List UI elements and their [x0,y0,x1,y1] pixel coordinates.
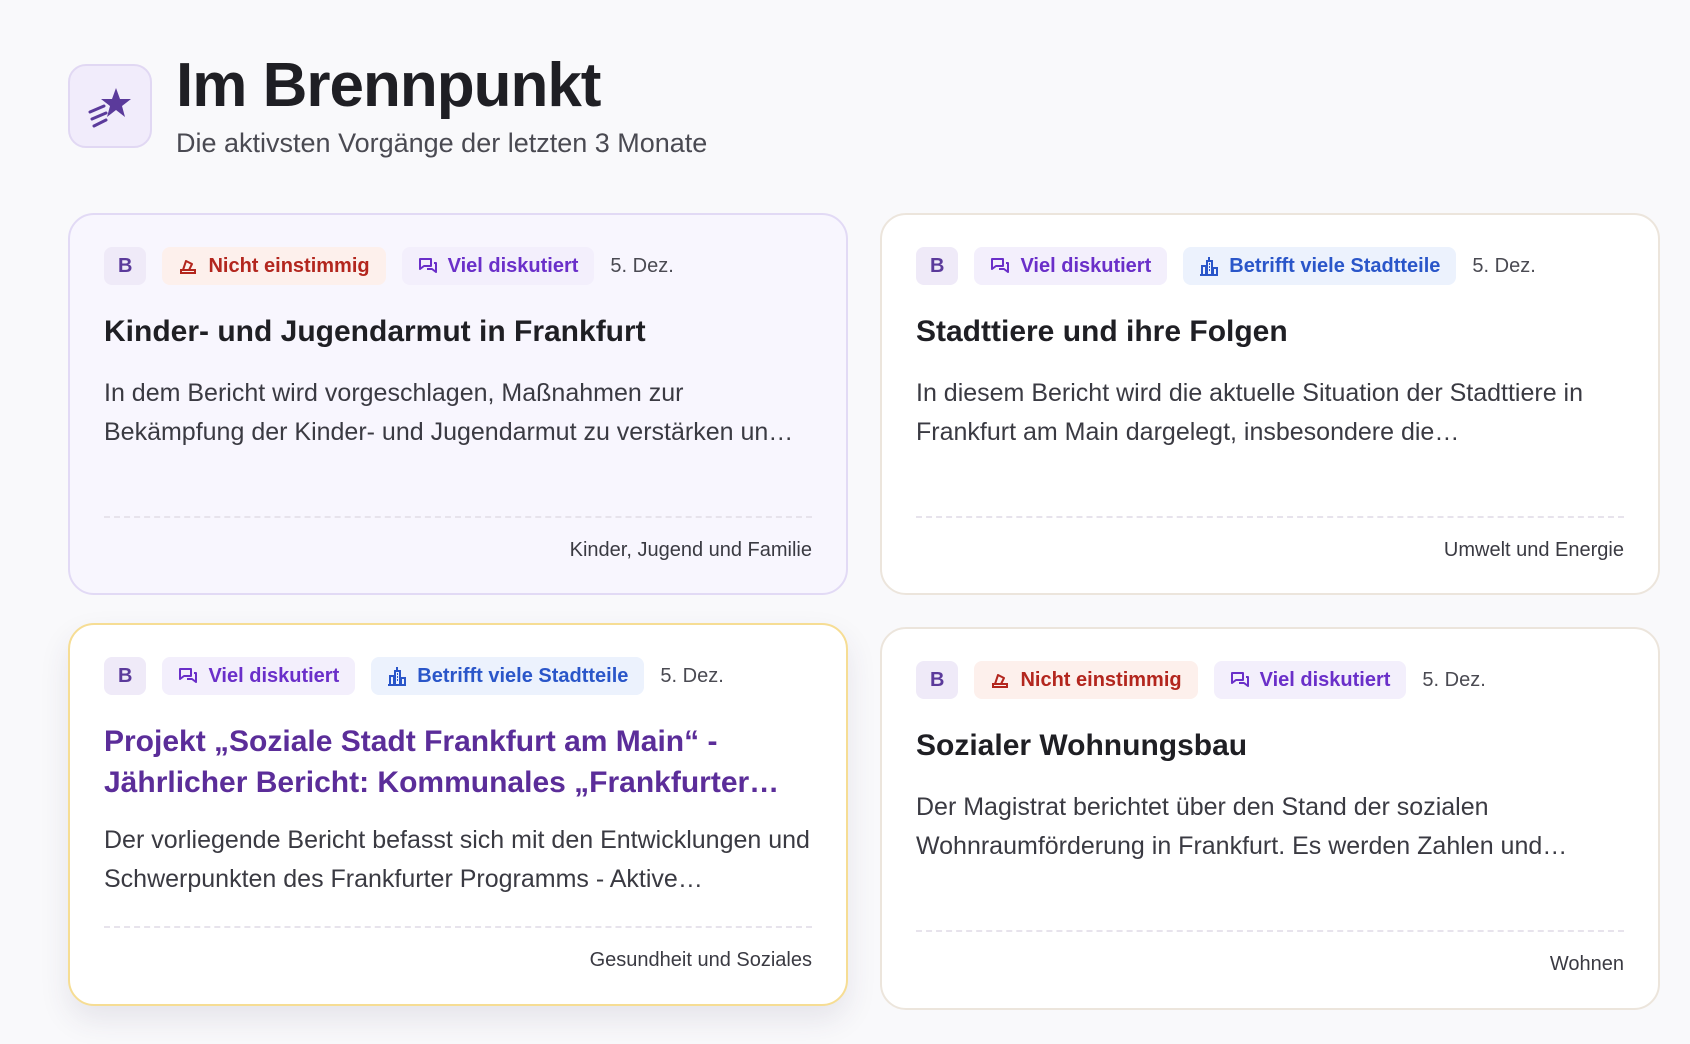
category-label: Umwelt und Energie [1443,539,1624,561]
card-description: In dem Bericht wird vorgeschlagen, Maßna… [104,379,794,446]
date-label: 5. Dez. [1472,254,1536,277]
many-districts-badge: Betrifft viele Stadtteile [1183,247,1457,285]
divider [916,516,1624,518]
badge-label: Viel diskutiert [1020,254,1152,277]
badge-label: Viel diskutiert [208,664,340,687]
type-badge: B [104,247,147,285]
discussed-badge: Viel diskutiert [974,247,1168,285]
badge-label: Nicht einstimmig [208,254,370,277]
discussed-badge: Viel diskutiert [401,247,595,285]
card-description: Der vorliegende Bericht befasst sich mit… [104,826,810,893]
badge-row: B Nicht einstimmig Viel diskutiert 5. De… [104,247,812,285]
many-districts-badge: Betrifft viele Stadtteile [371,657,645,695]
chat-icon [991,258,1010,273]
type-badge: B [104,657,147,695]
badge-row: B Viel diskutiert Betrifft viele Stadtte… [104,657,812,695]
chat-icon [179,668,198,683]
page-subtitle: Die aktivsten Vorgänge der letzten 3 Mon… [176,128,708,158]
chat-icon [1230,672,1249,687]
card-title[interactable]: Kinder- und Jugendarmut in Frankfurt [104,311,812,352]
category-label: Kinder, Jugend und Familie [569,539,812,561]
discussed-badge: Viel diskutiert [162,657,356,695]
card-description: Der Magistrat berichtet über den Stand d… [916,793,1568,860]
badge-label: Viel diskutiert [447,254,579,277]
card-description: In diesem Bericht wird die aktuelle Situ… [916,379,1584,446]
vote-icon [180,260,197,274]
card-title[interactable]: Sozialer Wohnungsbau [916,725,1624,766]
category-label: Gesundheit und Soziales [589,949,812,971]
date-label: 5. Dez. [1422,668,1486,691]
date-label: 5. Dez. [610,254,674,277]
discussed-badge: Viel diskutiert [1213,661,1407,699]
card-title[interactable]: Stadttiere und ihre Folgen [916,311,1624,352]
shooting-star-icon [68,64,152,148]
divider [104,926,812,928]
topic-card[interactable]: B Nicht einstimmig Viel diskutiert 5. De… [880,627,1660,1010]
badge-row: B Nicht einstimmig Viel diskutiert 5. De… [916,661,1624,699]
divider [916,930,1624,932]
badge-label: Viel diskutiert [1259,668,1391,691]
city-icon [388,667,407,686]
badge-label: Betrifft viele Stadtteile [1229,254,1441,277]
topic-card[interactable]: B Nicht einstimmig Viel diskutiert 5. De… [68,213,848,595]
badge-label: Nicht einstimmig [1020,668,1182,691]
topic-card[interactable]: B Viel diskutiert Betrifft viele Stadtte… [880,213,1660,595]
card-title[interactable]: Projekt „Soziale Stadt Frankfurt am Main… [104,721,812,803]
type-badge: B [916,247,959,285]
topic-card[interactable]: B Viel diskutiert Betrifft viele Stadtte… [68,623,848,1006]
date-label: 5. Dez. [660,664,724,687]
vote-icon [992,674,1009,688]
not-unanimous-badge: Nicht einstimmig [162,247,386,285]
category-label: Wohnen [1549,953,1624,975]
chat-icon [418,258,437,273]
badge-row: B Viel diskutiert Betrifft viele Stadtte… [916,247,1624,285]
type-badge: B [916,661,959,699]
section-header: Im Brennpunkt Die aktivsten Vorgänge der… [68,52,707,159]
city-icon [1200,257,1219,276]
divider [104,516,812,518]
page-title: Im Brennpunkt [176,51,601,120]
badge-label: Betrifft viele Stadtteile [417,664,629,687]
not-unanimous-badge: Nicht einstimmig [974,661,1198,699]
